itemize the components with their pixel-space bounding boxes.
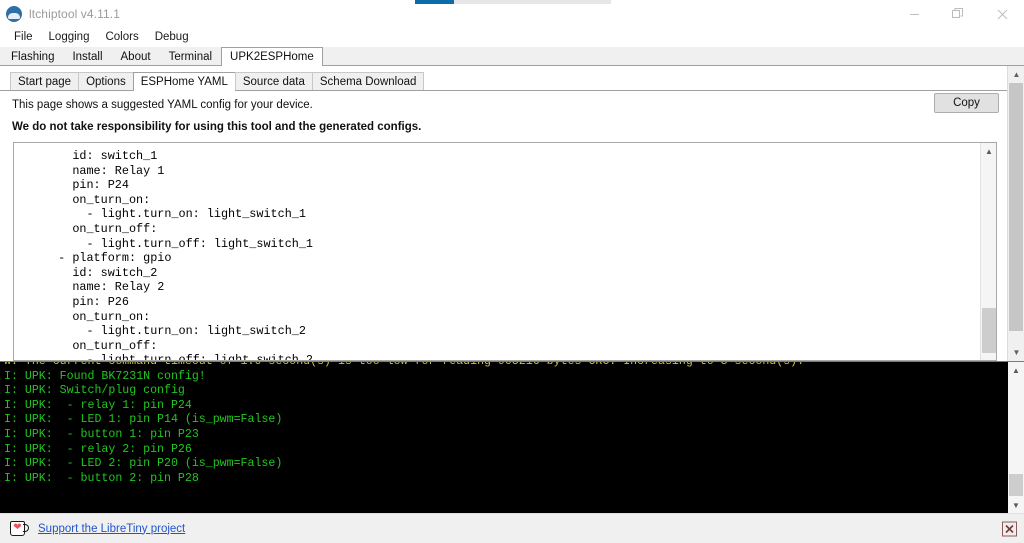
close-button[interactable] — [980, 0, 1024, 28]
support-libretiny-link[interactable]: Support the LibreTiny project — [38, 523, 185, 535]
subtab-source-data[interactable]: Source data — [234, 72, 313, 90]
tab-terminal[interactable]: Terminal — [159, 47, 222, 65]
progress-bar — [415, 0, 611, 4]
terminal-panel: W: The current command timeout of 1.0 se… — [0, 361, 1024, 513]
subtab-start-page[interactable]: Start page — [10, 72, 80, 90]
sub-tab-bar: Start page Options ESPHome YAML Source d… — [0, 72, 1007, 91]
subtab-esphome-yaml[interactable]: ESPHome YAML — [132, 72, 236, 91]
tab-flashing[interactable]: Flashing — [2, 47, 64, 65]
page-scroll-down-icon[interactable]: ▼ — [1008, 344, 1024, 361]
menu-bar: File Logging Colors Debug — [0, 28, 1024, 47]
maximize-restore-button[interactable] — [936, 0, 980, 28]
terminal-scrollbar-thumb[interactable] — [1009, 474, 1023, 496]
window-title: ltchiptool v4.11.1 — [29, 7, 120, 21]
menu-item-debug[interactable]: Debug — [147, 28, 197, 47]
intro-section: This page shows a suggested YAML config … — [0, 91, 1007, 133]
minimize-button[interactable] — [892, 0, 936, 28]
terminal-line: I: UPK: - button 2: pin P28 — [4, 471, 199, 485]
tab-install[interactable]: Install — [63, 47, 112, 65]
yaml-scrollbar-thumb[interactable] — [982, 308, 996, 353]
progress-bar-fill — [415, 0, 455, 4]
terminal-line: I: UPK: - relay 2: pin P26 — [4, 442, 192, 456]
subtab-schema-download[interactable]: Schema Download — [311, 72, 425, 90]
terminal-output[interactable]: W: The current command timeout of 1.0 se… — [0, 361, 1008, 506]
terminal-line: I: UPK: - relay 1: pin P24 — [4, 398, 192, 412]
page-area: Start page Options ESPHome YAML Source d… — [0, 66, 1024, 361]
yaml-scrollbar[interactable]: ▲ — [980, 143, 996, 360]
status-bar: ❤ Support the LibreTiny project — [0, 513, 1024, 543]
page-scroll-up-icon[interactable]: ▲ — [1008, 66, 1024, 83]
coffee-mug-heart-icon: ❤ — [10, 521, 29, 536]
scroll-up-icon[interactable]: ▲ — [981, 143, 996, 159]
intro-line-2: We do not take responsibility for using … — [12, 121, 422, 133]
page-scrollbar[interactable]: ▲ ▼ — [1007, 66, 1024, 361]
main-tab-bar: Flashing Install About Terminal UPK2ESPH… — [0, 47, 1024, 66]
terminal-line: I: UPK: Switch/plug config — [4, 384, 185, 398]
tab-upk2esphome[interactable]: UPK2ESPHome — [221, 47, 323, 66]
menu-item-file[interactable]: File — [6, 28, 41, 47]
yaml-textbox[interactable]: id: switch_1 name: Relay 1 pin: P24 on_t… — [13, 142, 997, 361]
subtab-options[interactable]: Options — [78, 72, 134, 90]
page-scrollbar-thumb[interactable] — [1009, 83, 1023, 331]
window-controls — [892, 0, 1024, 28]
terminal-line: W: The current command timeout of 1.0 se… — [4, 361, 805, 368]
yaml-content[interactable]: id: switch_1 name: Relay 1 pin: P24 on_t… — [14, 143, 980, 360]
copy-button[interactable]: Copy — [934, 93, 999, 113]
menu-item-colors[interactable]: Colors — [97, 28, 146, 47]
app-window: ltchiptool v4.11.1 File Logging Colors D… — [0, 0, 1024, 543]
terminal-scrollbar[interactable]: ▲ ▼ — [1008, 362, 1024, 513]
title-bar[interactable]: ltchiptool v4.11.1 — [0, 0, 1024, 28]
terminal-line: I: UPK: - button 1: pin P23 — [4, 427, 199, 441]
terminal-line: I: UPK: - LED 1: pin P14 (is_pwm=False) — [4, 413, 283, 427]
terminal-scroll-down-icon[interactable]: ▼ — [1008, 497, 1024, 513]
terminal-scroll-up-icon[interactable]: ▲ — [1008, 362, 1024, 378]
tab-about[interactable]: About — [111, 47, 160, 65]
terminal-line: I: UPK: Found BK7231N config! — [4, 369, 206, 383]
menu-item-logging[interactable]: Logging — [41, 28, 98, 47]
intro-line-1: This page shows a suggested YAML config … — [12, 99, 313, 111]
stop-close-icon[interactable] — [1002, 521, 1017, 536]
terminal-line: I: UPK: - LED 2: pin P20 (is_pwm=False) — [4, 457, 283, 471]
app-logo-icon — [6, 6, 22, 22]
